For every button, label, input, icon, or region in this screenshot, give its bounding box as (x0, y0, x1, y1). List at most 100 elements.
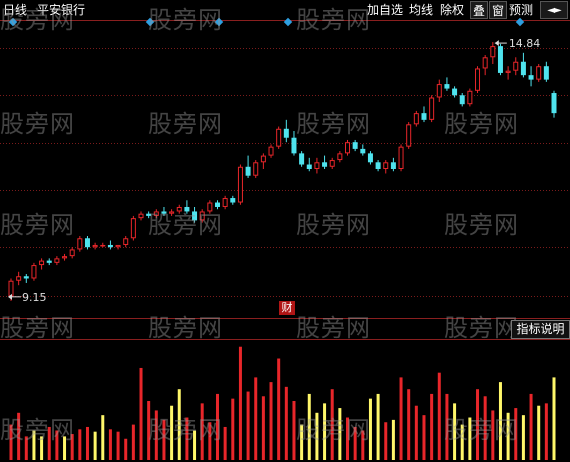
watermark: 股旁网 (444, 314, 519, 342)
candle-body (54, 258, 60, 263)
volume-bar (231, 398, 235, 460)
high-price-label: 14.84 (509, 37, 541, 50)
candle-body (84, 238, 90, 248)
candle-body (413, 113, 419, 125)
candle-body (505, 70, 511, 73)
ma-line-button[interactable]: 均线 (409, 0, 433, 20)
watermark: 股旁网 (444, 416, 519, 444)
candle-body (367, 153, 373, 163)
watermark: 股旁网 (148, 416, 223, 444)
candle-body (130, 218, 136, 239)
volume-bar (537, 405, 541, 460)
watermark: 股旁网 (296, 211, 371, 239)
low-price-label: 9.15 (22, 291, 47, 304)
candle-body (283, 128, 289, 138)
candle-body (299, 153, 305, 165)
volume-bar (131, 424, 135, 460)
volume-bar (422, 415, 426, 460)
watermark: 股旁网 (444, 211, 519, 239)
indicator-help-button[interactable]: 指标说明 (511, 320, 570, 339)
candle-body (520, 61, 526, 76)
volume-bar (238, 346, 242, 460)
high-price-arrow-head (494, 40, 499, 47)
candle-body (138, 213, 144, 219)
window-button[interactable]: 窗 (489, 1, 507, 19)
volume-bar (284, 386, 288, 460)
add-watchlist-button[interactable]: 加自选 (367, 0, 403, 20)
candle-body (268, 146, 274, 156)
candle-body (253, 162, 259, 176)
watermark: 股旁网 (0, 416, 75, 444)
candle-body (436, 84, 442, 98)
volume-bar (521, 415, 525, 460)
candle-body (92, 244, 98, 248)
volume-bar (414, 405, 418, 460)
candle-body (306, 164, 312, 169)
candle-body (444, 84, 450, 89)
candle-body (260, 155, 266, 163)
candle-body (237, 166, 243, 203)
candle-body (107, 244, 113, 248)
watermark: 股旁网 (148, 211, 223, 239)
volume-bar (261, 396, 265, 460)
candle-body (322, 162, 328, 167)
candle-body (421, 113, 427, 120)
candle-body (398, 146, 404, 169)
candle-body (69, 249, 75, 257)
volume-bar (384, 422, 388, 460)
candle-body (459, 95, 465, 105)
candle-body (291, 137, 297, 154)
candle-body (360, 148, 366, 154)
ex-rights-button[interactable]: 除权 (440, 0, 464, 20)
candle-body (383, 162, 389, 169)
volume-bar (544, 403, 548, 460)
candle-body (245, 166, 251, 176)
watermark: 股旁网 (444, 110, 519, 138)
candle-body (543, 66, 549, 80)
candle-body (16, 276, 22, 281)
candle-body (497, 46, 503, 73)
candle-body (23, 276, 29, 279)
candle-body (528, 75, 534, 80)
candle-body (452, 88, 458, 96)
candle-body (482, 57, 488, 69)
candle-body (39, 260, 45, 266)
watermark: 股旁网 (0, 110, 75, 138)
nav-arrows-icon[interactable]: ◄► (540, 1, 568, 19)
watermark: 股旁网 (148, 6, 223, 34)
candle-body (390, 162, 396, 169)
overlay-button[interactable]: 叠 (470, 1, 488, 19)
candle-body (329, 160, 335, 167)
candle-body (100, 244, 106, 247)
candle-body (513, 61, 519, 71)
candle-body (551, 93, 557, 114)
volume-bar (246, 391, 250, 460)
volume-bar (139, 367, 143, 460)
candle-body (46, 260, 52, 263)
candle-body (230, 198, 236, 203)
volume-bar (552, 377, 556, 460)
candle-body (536, 66, 542, 80)
candle-body (314, 162, 320, 169)
financial-marker[interactable]: 财 (279, 301, 295, 315)
volume-bar (277, 358, 281, 460)
volume-bar (85, 426, 89, 460)
watermark: 股旁网 (0, 314, 75, 342)
watermark: 股旁网 (0, 211, 75, 239)
watermark: 股旁网 (296, 314, 371, 342)
candle-body (8, 280, 14, 297)
volume-bar (78, 429, 82, 460)
volume-bar (116, 431, 120, 460)
candle-body (406, 124, 412, 147)
candle-body (467, 90, 473, 105)
candle-body (345, 142, 351, 154)
forecast-button[interactable]: 预测 (509, 0, 533, 20)
volume-bar (399, 377, 403, 460)
volume-bar (437, 372, 441, 460)
watermark: 股旁网 (296, 110, 371, 138)
volume-bar (269, 382, 273, 460)
watermark: 股旁网 (148, 110, 223, 138)
candle-body (276, 128, 282, 147)
volume-bar (223, 426, 227, 460)
candle-body (429, 97, 435, 120)
